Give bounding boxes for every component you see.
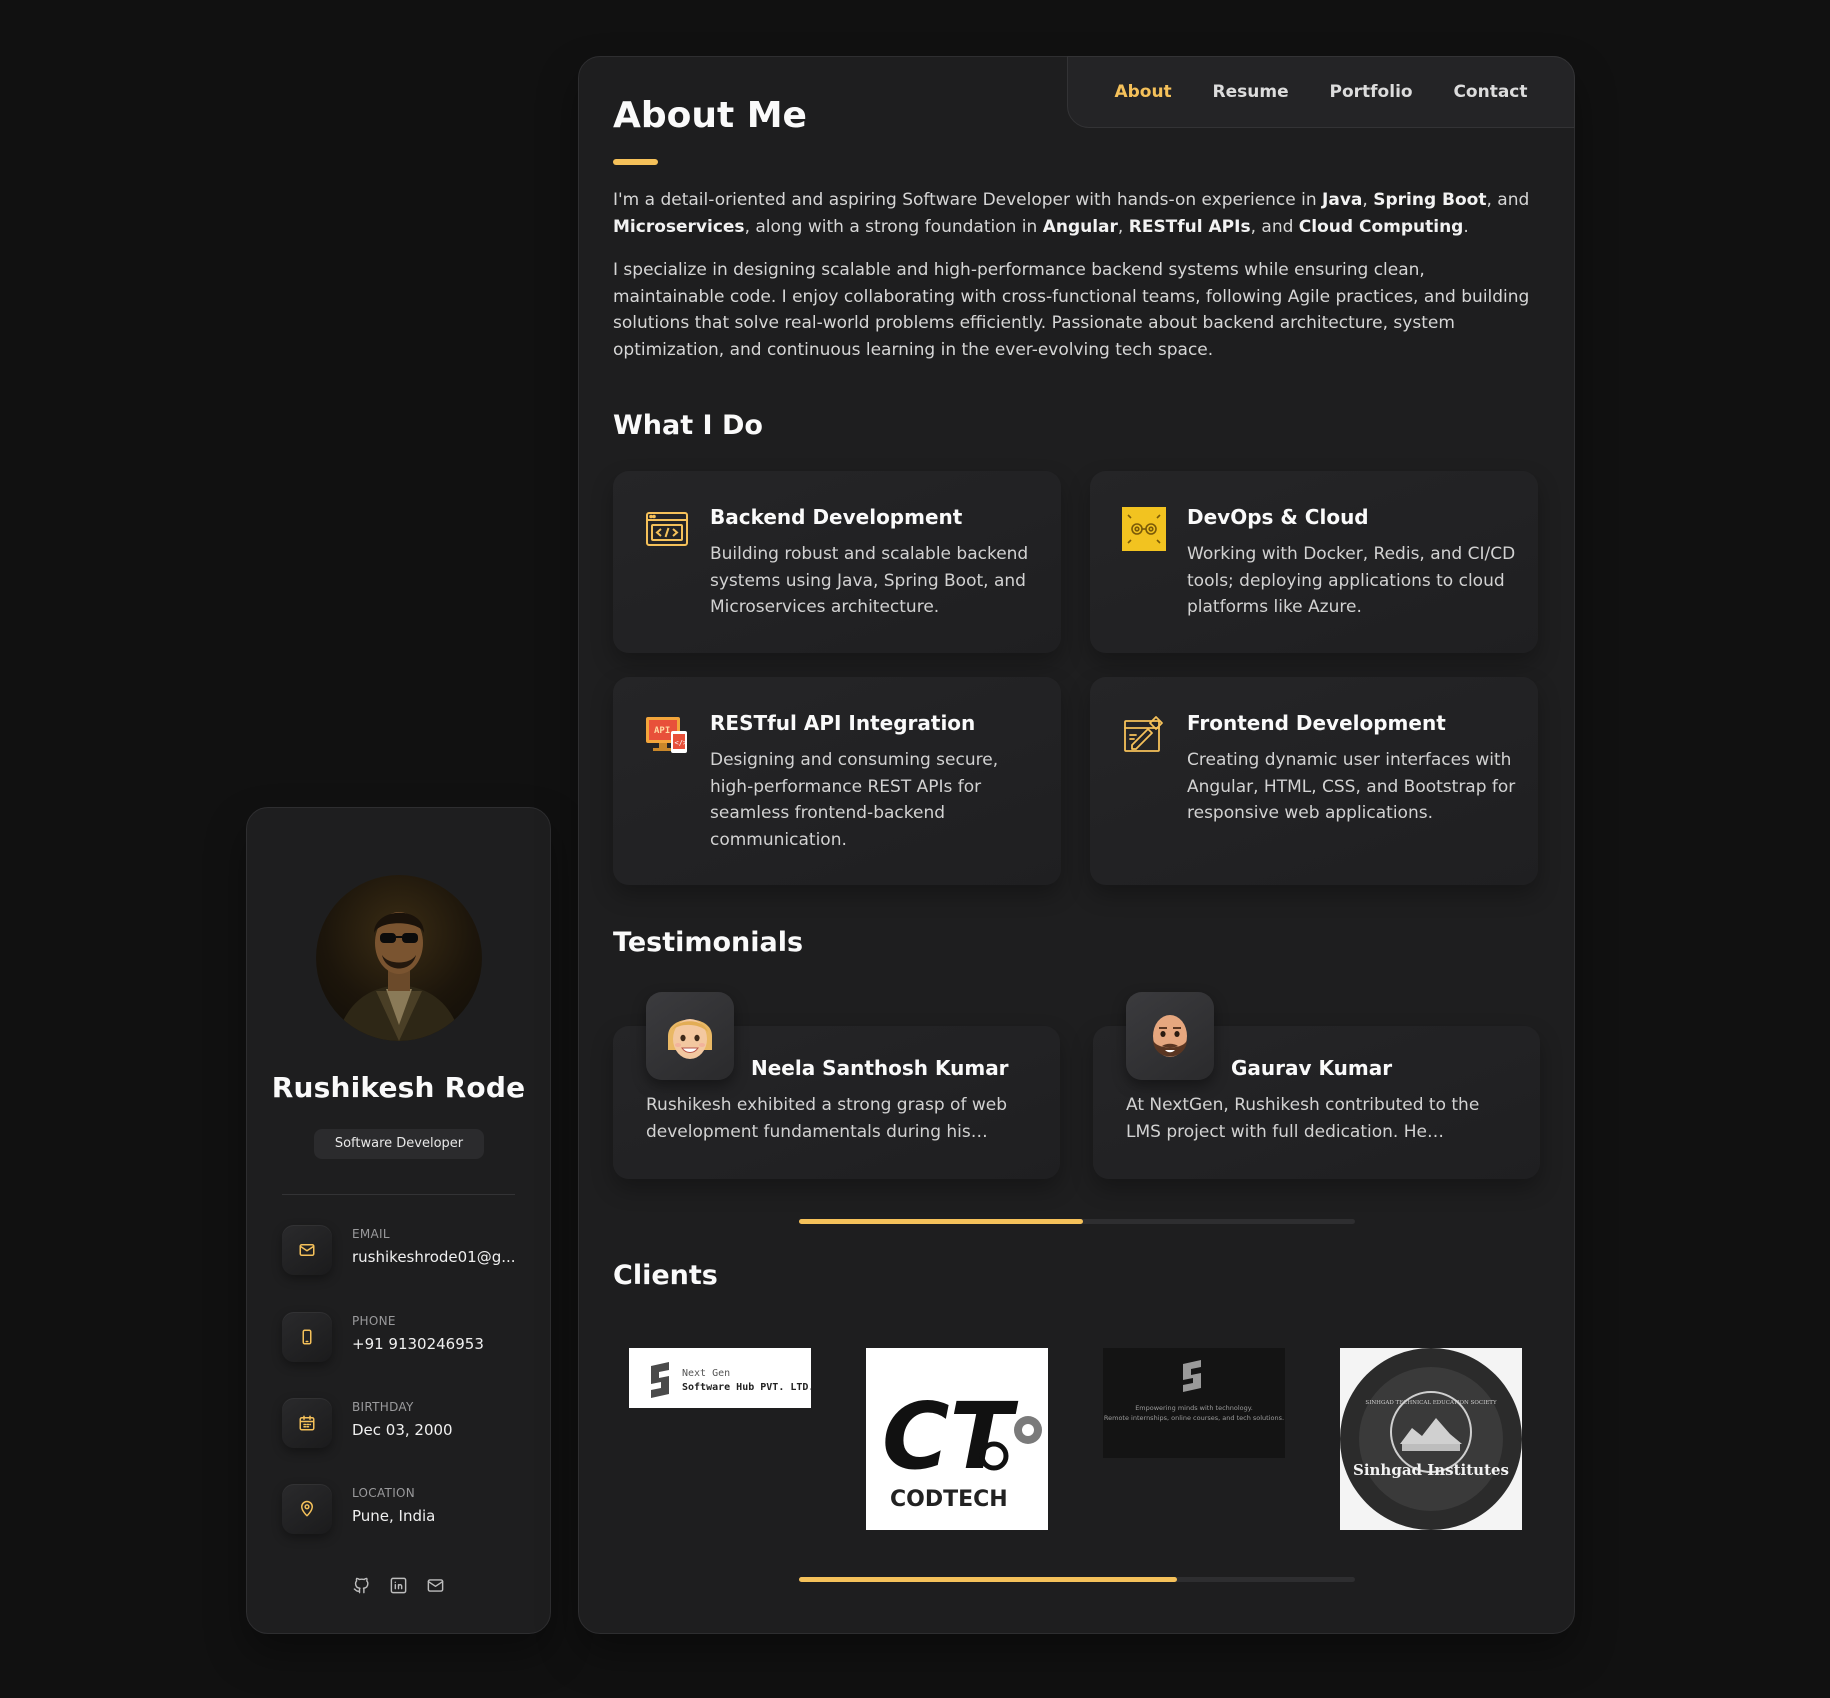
mail-icon[interactable]: [426, 1576, 445, 1595]
section-title-what-i-do: What I Do: [613, 410, 763, 441]
service-text: Designing and consuming secure, high-per…: [710, 750, 999, 850]
testimonial-avatar: [646, 992, 734, 1080]
svg-text:Software Hub PVT. LTD.: Software Hub PVT. LTD.: [682, 1382, 811, 1393]
testimonial-avatar: [1126, 992, 1214, 1080]
profile-role-badge: Software Developer: [314, 1129, 484, 1159]
mail-icon: [282, 1225, 332, 1275]
testimonial-text: Rushikesh exhibited a strong grasp of we…: [646, 1095, 1007, 1142]
section-title-clients: Clients: [613, 1260, 718, 1291]
testimonials-scroll-thumb[interactable]: [799, 1219, 1083, 1224]
calendar-icon: [282, 1398, 332, 1448]
contact-value: Dec 03, 2000: [352, 1421, 453, 1439]
contact-value: Pune, India: [352, 1507, 436, 1525]
linkedin-icon[interactable]: [389, 1576, 408, 1595]
main-panel: About Resume Portfolio Contact About Me …: [578, 56, 1575, 1634]
svg-text:Sinhgad Institutes: Sinhgad Institutes: [1353, 1461, 1509, 1479]
testimonial-name: Neela Santhosh Kumar: [751, 1056, 1009, 1080]
service-text: Creating dynamic user interfaces with An…: [1187, 750, 1516, 823]
client-logo-nextgen[interactable]: Next Gen Software Hub PVT. LTD.: [629, 1348, 811, 1408]
svg-text:Remote internships, online cou: Remote internships, online courses, and …: [1104, 1414, 1284, 1422]
devops-icon: [1122, 507, 1166, 551]
service-card-backend: Backend Development Building robust and …: [613, 471, 1061, 653]
phone-icon: [282, 1312, 332, 1362]
svg-text:CT: CT: [882, 1383, 1019, 1490]
service-card-frontend: Frontend Development Creating dynamic us…: [1090, 677, 1538, 885]
service-title: RESTful API Integration: [710, 711, 976, 735]
svg-text:</>: </>: [675, 739, 688, 747]
location-pin-icon: [282, 1484, 332, 1534]
client-logo-codtech[interactable]: CT CODTECH: [866, 1348, 1048, 1530]
client-logo-nextgen-dark[interactable]: Empowering minds with technology. Remote…: [1103, 1348, 1285, 1458]
testimonial-name: Gaurav Kumar: [1231, 1056, 1393, 1080]
service-text: Working with Docker, Redis, and CI/CD to…: [1187, 544, 1516, 617]
contact-label: EMAIL: [352, 1227, 390, 1241]
contact-birthday: BIRTHDAY Dec 03, 2000: [282, 1392, 522, 1452]
design-icon: [1122, 713, 1166, 757]
sidebar-divider: [282, 1194, 515, 1195]
testimonial-card[interactable]: Gaurav Kumar At NextGen, Rushikesh contr…: [1093, 992, 1540, 1179]
svg-text:Next Gen: Next Gen: [682, 1368, 730, 1379]
profile-sidebar: Rushikesh Rode Software Developer EMAIL …: [246, 807, 551, 1634]
svg-text:SINHGAD TECHNICAL EDUCATION SO: SINHGAD TECHNICAL EDUCATION SOCIETY: [1365, 1400, 1497, 1406]
contact-phone[interactable]: PHONE +91 9130246953: [282, 1306, 522, 1366]
testimonial-card[interactable]: Neela Santhosh Kumar Rushikesh exhibited…: [613, 992, 1060, 1179]
contact-value[interactable]: rushikeshrode01@g...: [352, 1248, 516, 1266]
clients-scroll-thumb[interactable]: [799, 1577, 1178, 1582]
svg-text:CODTECH: CODTECH: [890, 1487, 1008, 1512]
api-icon: API </>: [645, 713, 689, 757]
contact-label: PHONE: [352, 1314, 396, 1328]
clients-scrollbar[interactable]: [799, 1577, 1355, 1582]
profile-name: Rushikesh Rode: [271, 1071, 526, 1104]
code-window-icon: [645, 507, 689, 551]
service-card-api: API </> RESTful API Integration Designing…: [613, 677, 1061, 885]
testimonials-scrollbar[interactable]: [799, 1219, 1355, 1224]
svg-text:Empowering minds with technolo: Empowering minds with technology.: [1135, 1404, 1253, 1412]
page-title: About Me: [613, 95, 807, 136]
client-logo-sinhgad[interactable]: SINHGAD TECHNICAL EDUCATION SOCIETY Sinh…: [1340, 1348, 1522, 1530]
nav-about[interactable]: About: [1114, 82, 1171, 102]
section-title-testimonials: Testimonials: [613, 927, 804, 958]
testimonial-text: At NextGen, Rushikesh contributed to the…: [1126, 1095, 1480, 1142]
contact-email[interactable]: EMAIL rushikeshrode01@g...: [282, 1219, 522, 1279]
github-icon[interactable]: [352, 1576, 371, 1595]
service-title: Backend Development: [710, 505, 963, 529]
title-underline: [613, 159, 658, 165]
about-paragraph-1: I'm a detail-oriented and aspiring Softw…: [613, 190, 1530, 237]
contact-label: LOCATION: [352, 1486, 416, 1500]
social-links: [247, 1576, 550, 1595]
contact-location: LOCATION Pune, India: [282, 1478, 522, 1538]
contact-value[interactable]: +91 9130246953: [352, 1335, 484, 1353]
service-text: Building robust and scalable backend sys…: [710, 544, 1029, 617]
service-card-devops: DevOps & Cloud Working with Docker, Redi…: [1090, 471, 1538, 653]
nav-contact[interactable]: Contact: [1453, 82, 1527, 102]
profile-avatar: [316, 875, 482, 1041]
nav-resume[interactable]: Resume: [1213, 82, 1289, 102]
about-paragraph-2: I specialize in designing scalable and h…: [613, 260, 1530, 360]
service-title: DevOps & Cloud: [1187, 505, 1369, 529]
contact-label: BIRTHDAY: [352, 1400, 414, 1414]
service-title: Frontend Development: [1187, 711, 1446, 735]
top-navbar: About Resume Portfolio Contact: [1067, 56, 1575, 128]
nav-portfolio[interactable]: Portfolio: [1330, 82, 1413, 102]
svg-text:API: API: [654, 726, 670, 736]
